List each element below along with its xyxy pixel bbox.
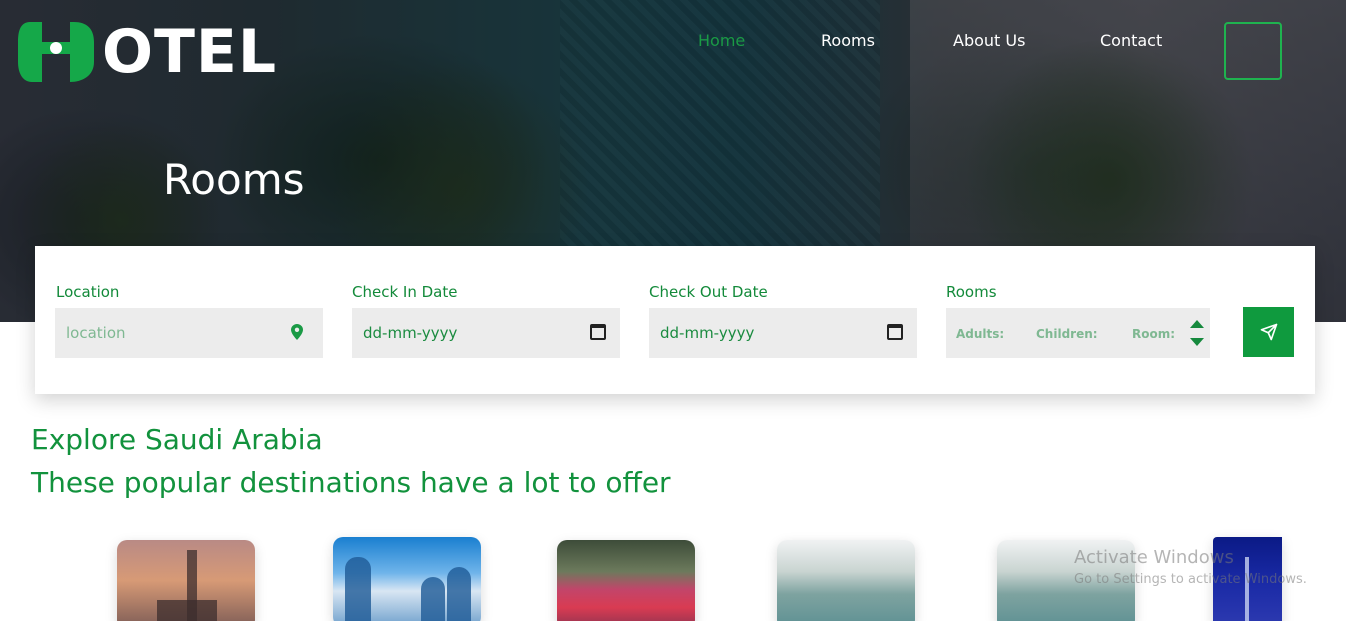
site-logo[interactable]: OTEL [16, 12, 277, 92]
nav-about-us[interactable]: About Us [953, 31, 1025, 50]
map-pin-icon [291, 324, 303, 340]
destination-card[interactable] [117, 540, 255, 621]
decrement-arrow-icon[interactable] [1190, 338, 1204, 346]
rooms-label: Rooms [946, 283, 997, 301]
calendar-icon[interactable] [590, 324, 606, 340]
children-label: Children: [1036, 327, 1098, 341]
logo-text: OTEL [102, 17, 278, 87]
search-submit-button[interactable] [1243, 307, 1294, 357]
nav-action-button[interactable] [1224, 22, 1282, 80]
calendar-icon[interactable] [887, 324, 903, 340]
check-out-date-input[interactable]: dd-mm-yyyy [649, 308, 917, 358]
send-icon [1260, 323, 1277, 341]
booking-search-form: Location location Check In Date dd-mm-yy… [35, 246, 1315, 394]
page-title: Rooms [163, 155, 305, 204]
section-heading: Explore Saudi Arabia [31, 423, 323, 456]
check-out-label: Check Out Date [649, 283, 768, 301]
nav-rooms[interactable]: Rooms [821, 31, 875, 50]
check-out-value: dd-mm-yyyy [660, 324, 755, 342]
check-in-value: dd-mm-yyyy [363, 324, 458, 342]
increment-arrow-icon[interactable] [1190, 320, 1204, 328]
check-in-label: Check In Date [352, 283, 458, 301]
destination-card[interactable] [333, 537, 481, 621]
room-label: Room: [1132, 327, 1176, 341]
location-label: Location [56, 283, 120, 301]
logo-mark-icon [18, 22, 94, 82]
activate-windows-title: Activate Windows [1074, 547, 1234, 568]
destination-card[interactable] [777, 540, 915, 621]
section-subheading: These popular destinations have a lot to… [31, 466, 671, 499]
rooms-input[interactable]: Adults: Children: Room: [946, 308, 1210, 358]
nav-home[interactable]: Home [698, 31, 745, 50]
adults-label: Adults: [956, 327, 1005, 341]
location-placeholder: location [66, 324, 126, 342]
nav-contact[interactable]: Contact [1100, 31, 1162, 50]
activate-windows-subtitle: Go to Settings to activate Windows. [1074, 572, 1307, 587]
check-in-date-input[interactable]: dd-mm-yyyy [352, 308, 620, 358]
destination-card[interactable] [557, 540, 695, 621]
location-input[interactable]: location [55, 308, 323, 358]
